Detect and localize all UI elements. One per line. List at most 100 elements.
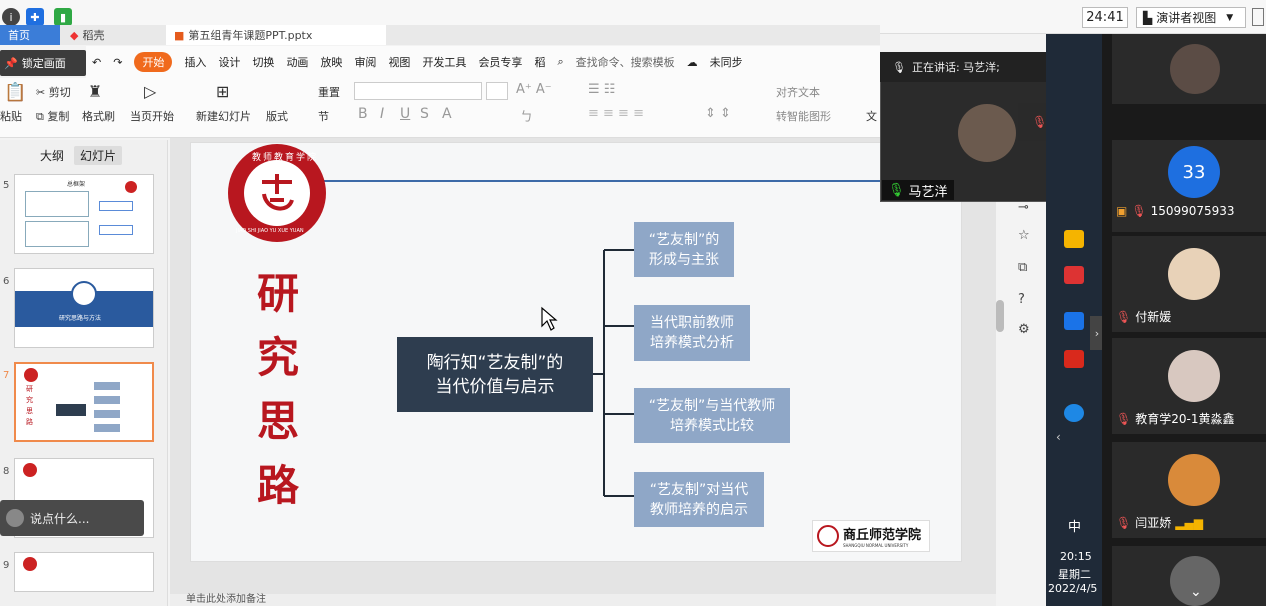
slide-number: 7 bbox=[3, 370, 10, 381]
mindmap-central-topic[interactable]: 陶行知“艺友制”的 当代价值与启示 bbox=[397, 337, 593, 412]
font-size-select[interactable] bbox=[486, 82, 508, 100]
wps-document-tabs: 首页 ◆ 稻壳 ■ 第五组青年课题PPT.pptx bbox=[0, 25, 880, 45]
tab-file[interactable]: ■ 第五组青年课题PPT.pptx bbox=[166, 25, 386, 45]
sync-status[interactable]: 未同步 bbox=[710, 54, 743, 70]
paste-button[interactable]: 粘贴 bbox=[0, 108, 22, 124]
menu-developer[interactable]: 开发工具 bbox=[422, 54, 466, 70]
slide-thumbnail-7[interactable]: 研究思路 bbox=[14, 362, 154, 442]
daoke-icon: ◆ bbox=[70, 28, 79, 42]
settings-icon[interactable]: ⚙ bbox=[1018, 322, 1034, 338]
menu-transition[interactable]: 切换 bbox=[252, 54, 274, 70]
branch-line: “艺友制”的 bbox=[648, 231, 720, 248]
chevron-left-icon[interactable]: ‹ bbox=[1056, 430, 1061, 444]
font-grow-icon[interactable]: A⁺ A⁻ bbox=[516, 82, 552, 97]
thumb-title: 总框架 bbox=[67, 181, 86, 188]
menu-slideshow[interactable]: 放映 bbox=[320, 54, 342, 70]
info-icon[interactable]: i bbox=[2, 8, 20, 26]
menu-design[interactable]: 设计 bbox=[218, 54, 240, 70]
font-family-select[interactable] bbox=[354, 82, 482, 100]
title-char: 究 bbox=[256, 333, 299, 382]
tab-daoke[interactable]: ◆ 稻壳 bbox=[62, 25, 152, 45]
central-line-2: 当代价值与启示 bbox=[435, 376, 555, 397]
chevron-down-icon[interactable]: ⌄ bbox=[1190, 584, 1202, 600]
menu-view[interactable]: 视图 bbox=[388, 54, 410, 70]
mindmap-branch-2[interactable]: 当代职前教师 培养模式分析 bbox=[634, 305, 750, 361]
italic-icon[interactable]: I bbox=[380, 106, 384, 122]
participant-avatar bbox=[1168, 248, 1220, 300]
copy-button[interactable]: ⧉ 复制 bbox=[36, 108, 69, 124]
ribbon-toolbar: 📋 粘贴 ✂ 剪切 ⧉ 复制 ♜ 格式刷 ▷ 当页开始 ⊞ 新建幻灯片 版式 重… bbox=[0, 78, 880, 138]
slide-thumbnail-5[interactable]: 总框架 bbox=[14, 174, 154, 254]
help-icon[interactable]: ? bbox=[1018, 292, 1034, 308]
slide-thumbnail-9[interactable] bbox=[14, 552, 154, 592]
new-slide-button[interactable]: 新建幻灯片 bbox=[196, 108, 251, 124]
cut-button[interactable]: ✂ 剪切 bbox=[36, 84, 71, 100]
tab-outline[interactable]: 大纲 bbox=[40, 147, 64, 164]
branch-line: 培养模式比较 bbox=[670, 417, 754, 434]
menu-home[interactable]: 开始 bbox=[134, 52, 173, 72]
mindmap-branch-4[interactable]: “艺友制”对当代 教师培养的启示 bbox=[634, 472, 764, 527]
volume-icon: ▂▄▆ bbox=[1175, 515, 1203, 530]
menu-daoke[interactable]: 稻 bbox=[534, 54, 545, 70]
menu-review[interactable]: 审阅 bbox=[354, 54, 376, 70]
slide-scrollbar[interactable] bbox=[996, 300, 1004, 332]
bold-icon[interactable]: B bbox=[358, 106, 368, 122]
strikethrough-icon[interactable]: S bbox=[420, 106, 429, 122]
tab-home[interactable]: 首页 bbox=[0, 25, 60, 45]
smart-art-button[interactable]: 转智能图形 bbox=[776, 108, 831, 124]
notes-bar[interactable]: 单击此处添加备注 bbox=[170, 594, 996, 606]
mindmap-branch-1[interactable]: “艺友制”的 形成与主张 bbox=[634, 222, 734, 277]
minus-icon[interactable]: ⊸ bbox=[1018, 200, 1034, 216]
lock-screen-button[interactable]: 📌 锁定画面 bbox=[0, 50, 86, 76]
new-slide-icon[interactable]: ⊞ bbox=[216, 82, 229, 101]
university-logo: 商丘师范学院 SHANGQIU NORMAL UNIVERSITY bbox=[812, 520, 930, 552]
shield-icon[interactable]: ✚ bbox=[26, 8, 44, 26]
fullscreen-icon[interactable] bbox=[1252, 8, 1264, 26]
reset-button[interactable]: 重置 bbox=[318, 84, 340, 100]
format-painter-icon[interactable]: ♜ bbox=[88, 82, 102, 101]
thumb-logo-icon bbox=[23, 463, 37, 477]
presenter-view-select[interactable]: ▙ 演讲者视图 ▼ bbox=[1136, 7, 1246, 28]
phonetic-icon[interactable]: ㄅ bbox=[520, 106, 533, 125]
menu-member[interactable]: 会员专享 bbox=[478, 54, 522, 70]
thumb-arrow-box bbox=[99, 225, 133, 235]
menu-insert[interactable]: 插入 bbox=[184, 54, 206, 70]
speaker-name-tag: 🎙 马艺洋 bbox=[882, 180, 954, 200]
play-from-current-button[interactable]: 当页开始 bbox=[130, 108, 174, 124]
comment-input[interactable]: 说点什么... bbox=[0, 500, 144, 536]
ime-indicator[interactable]: 中 bbox=[1068, 516, 1081, 535]
command-search-input[interactable]: 查找命令、搜索模板 bbox=[576, 54, 675, 70]
app-icon[interactable] bbox=[1064, 312, 1084, 330]
pin-icon: 📌 bbox=[4, 56, 18, 70]
ribbon-menu-bar: ↶ ↷ 开始 插入 设计 切换 动画 放映 审阅 视图 开发工具 会员专享 稻 … bbox=[86, 46, 880, 78]
branch-line: 教师培养的启示 bbox=[650, 501, 748, 518]
ppt-file-icon: ■ bbox=[174, 28, 185, 42]
underline-icon[interactable]: U bbox=[400, 106, 410, 122]
section-button[interactable]: 节 bbox=[318, 108, 329, 124]
tab-slides[interactable]: 幻灯片 bbox=[74, 145, 123, 165]
align-text-button[interactable]: 对齐文本 bbox=[776, 84, 820, 100]
app-icon[interactable] bbox=[1064, 266, 1084, 284]
font-color-icon[interactable]: A bbox=[442, 106, 452, 122]
bullets-icon[interactable]: ☰ ☷ bbox=[588, 82, 615, 97]
file-explorer-icon[interactable] bbox=[1064, 230, 1084, 248]
format-painter-button[interactable]: 格式刷 bbox=[82, 108, 115, 124]
play-icon[interactable]: ▷ bbox=[144, 82, 156, 101]
text-box-button[interactable]: 文 bbox=[866, 108, 877, 124]
align-left-icon[interactable]: ≡ ≡ ≡ ≡ bbox=[588, 106, 644, 121]
paste-icon[interactable]: 📋 bbox=[4, 82, 26, 103]
mindmap-branch-3[interactable]: “艺友制”与当代教师 培养模式比较 bbox=[634, 388, 790, 443]
line-spacing-icon[interactable]: ⇕ ⇕ bbox=[705, 106, 731, 121]
redo-icon[interactable]: ↷ bbox=[113, 56, 122, 69]
copy-slide-icon[interactable]: ⧉ bbox=[1018, 260, 1034, 276]
participant-name-tag: 🎙 付新媛 bbox=[1116, 308, 1171, 325]
layout-button[interactable]: 版式 bbox=[266, 108, 288, 124]
slide-thumbnail-6[interactable]: 研究思路与方法 bbox=[14, 268, 154, 348]
help-icon[interactable] bbox=[1064, 404, 1084, 422]
wps-icon[interactable] bbox=[1064, 350, 1084, 368]
undo-icon[interactable]: ↶ bbox=[92, 56, 101, 69]
pin-star-icon[interactable]: ☆ bbox=[1018, 228, 1034, 244]
thumb-logo-icon bbox=[125, 181, 137, 193]
branch-line: “艺友制”对当代 bbox=[649, 481, 749, 498]
menu-animation[interactable]: 动画 bbox=[286, 54, 308, 70]
